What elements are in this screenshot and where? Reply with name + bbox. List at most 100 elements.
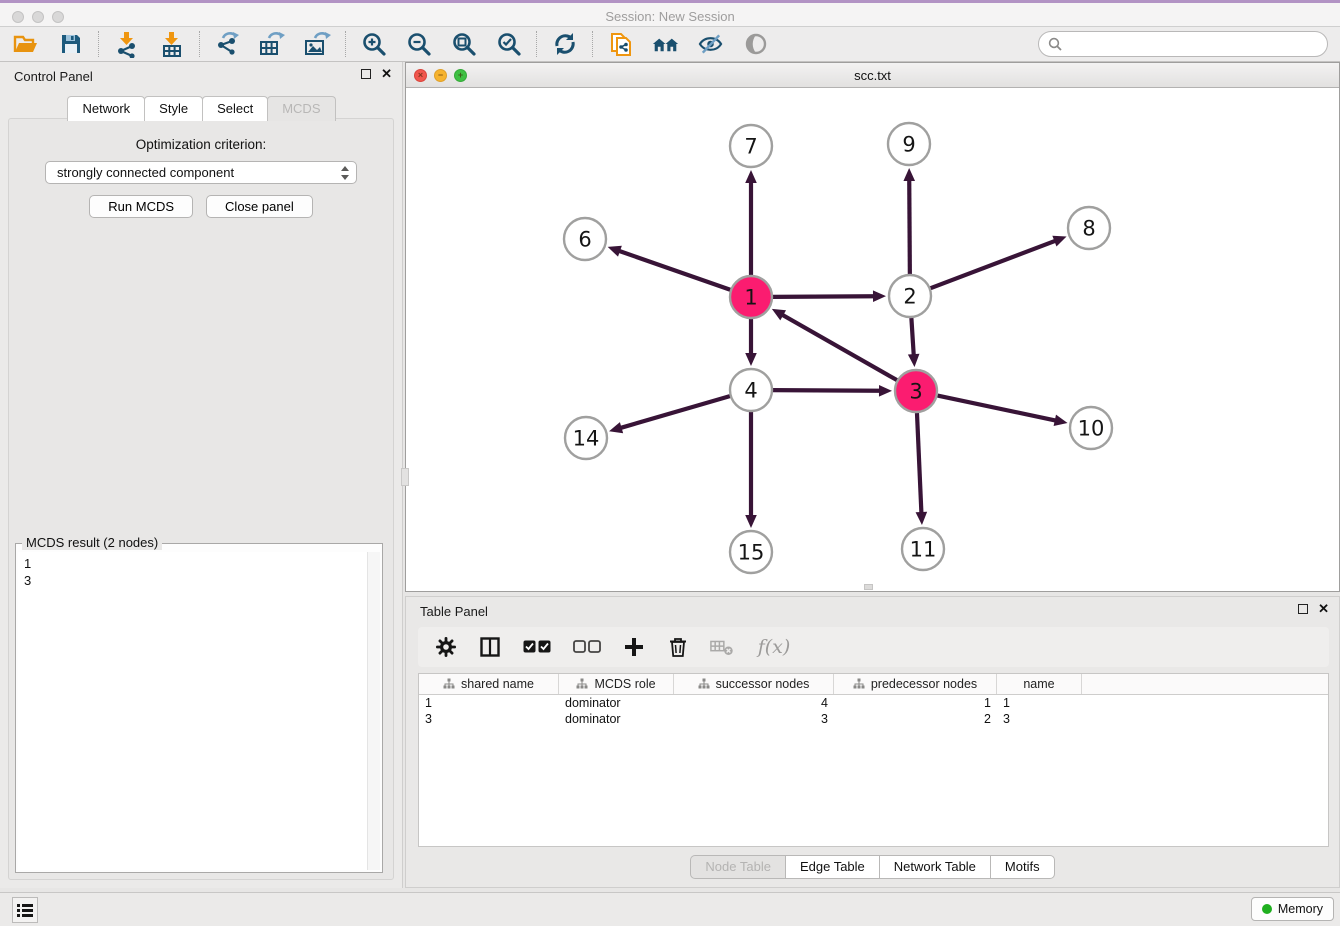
- graph-node-label: 15: [738, 541, 765, 565]
- run-mcds-button[interactable]: Run MCDS: [89, 195, 193, 218]
- mcds-result-legend: MCDS result (2 nodes): [22, 535, 162, 550]
- column-header-predecessor-nodes[interactable]: predecessor nodes: [834, 674, 997, 694]
- graph-node-label: 3: [909, 380, 922, 404]
- tab-network-table[interactable]: Network Table: [879, 855, 990, 879]
- search-field[interactable]: [1038, 31, 1328, 57]
- main-toolbar: [0, 27, 1340, 62]
- clone-network-icon[interactable]: [607, 31, 634, 58]
- zoom-out-icon[interactable]: [405, 31, 432, 58]
- show-eye-icon[interactable]: [742, 31, 769, 58]
- graph-edge-3-1[interactable]: [782, 315, 897, 380]
- export-table-icon[interactable]: [259, 31, 286, 58]
- graph-edge-2-8[interactable]: [931, 241, 1056, 288]
- tab-mcds[interactable]: MCDS: [267, 96, 335, 121]
- task-history-button[interactable]: [12, 897, 38, 923]
- table-cell: 1: [834, 695, 997, 711]
- column-pane-icon[interactable]: [478, 635, 502, 659]
- float-panel-icon[interactable]: [361, 69, 371, 79]
- import-table-icon[interactable]: [158, 31, 185, 58]
- graph-edge-arrowhead: [608, 246, 622, 257]
- graph-edge-1-6[interactable]: [619, 251, 730, 290]
- result-line: 1: [24, 555, 380, 572]
- column-header-shared-name[interactable]: shared name: [419, 674, 559, 694]
- network-canvas[interactable]: 7968124314101511: [406, 88, 1339, 591]
- tab-edge-table[interactable]: Edge Table: [785, 855, 879, 879]
- select-all-icon[interactable]: [522, 635, 552, 659]
- graph-edge-4-3[interactable]: [773, 390, 880, 391]
- result-scrollbar[interactable]: [367, 552, 380, 870]
- graph-node-label: 10: [1078, 417, 1105, 441]
- zoom-selected-icon[interactable]: [495, 31, 522, 58]
- graph-node-label: 9: [902, 133, 915, 157]
- zoom-fit-icon[interactable]: [450, 31, 477, 58]
- close-panel-icon[interactable]: ✕: [381, 69, 392, 79]
- search-input[interactable]: [1068, 37, 1308, 52]
- close-panel-button[interactable]: Close panel: [206, 195, 313, 218]
- graph-edge-4-14[interactable]: [621, 396, 730, 428]
- column-header-successor-nodes[interactable]: successor nodes: [674, 674, 834, 694]
- mcds-result-list[interactable]: 13: [18, 552, 380, 870]
- memory-status-icon: [1262, 904, 1272, 914]
- import-network-icon[interactable]: [113, 31, 140, 58]
- table-cell: dominator: [559, 711, 674, 727]
- table-cell: 4: [674, 695, 834, 711]
- save-session-icon[interactable]: [57, 31, 84, 58]
- hide-panel-eye-icon[interactable]: [697, 31, 724, 58]
- graph-edge-arrowhead: [879, 385, 892, 397]
- function-builder-icon[interactable]: f(x): [754, 635, 794, 659]
- mcds-result-group: MCDS result (2 nodes) 13: [15, 543, 383, 873]
- graph-edge-arrowhead: [916, 512, 928, 525]
- graph-edge-3-11[interactable]: [917, 413, 921, 513]
- graph-edge-arrowhead: [908, 354, 920, 367]
- tab-motifs[interactable]: Motifs: [990, 855, 1055, 879]
- graph-edge-2-9[interactable]: [909, 180, 910, 274]
- pane-divider-grip[interactable]: [401, 468, 409, 486]
- column-header-name[interactable]: name: [997, 674, 1082, 694]
- criterion-select[interactable]: strongly connected component: [45, 161, 357, 184]
- tab-network[interactable]: Network: [67, 96, 145, 121]
- float-table-panel-icon[interactable]: [1298, 604, 1308, 614]
- graph-edge-2-3[interactable]: [911, 318, 913, 355]
- graph-edge-arrowhead: [1054, 415, 1068, 426]
- tab-select[interactable]: Select: [202, 96, 268, 121]
- graph-edge-arrowhead: [745, 170, 757, 183]
- result-line: 3: [24, 572, 380, 589]
- column-header-MCDS-role[interactable]: MCDS role: [559, 674, 674, 694]
- table-row[interactable]: 1dominator411: [419, 695, 1328, 711]
- add-column-icon[interactable]: [622, 635, 646, 659]
- hierarchy-icon: [576, 678, 588, 690]
- export-network-icon[interactable]: [214, 31, 241, 58]
- tab-style[interactable]: Style: [144, 96, 203, 121]
- graph-edge-arrowhead: [1052, 236, 1066, 247]
- graph-edge-3-10[interactable]: [938, 396, 1056, 421]
- refresh-icon[interactable]: [551, 31, 578, 58]
- open-file-icon[interactable]: [12, 31, 39, 58]
- delete-column-trash-icon[interactable]: [666, 635, 690, 659]
- table-panel: Table Panel ✕ f(x) shared: [405, 596, 1340, 888]
- tab-node-table[interactable]: Node Table: [690, 855, 785, 879]
- network-view-window: × − + scc.txt 7968124314101511: [405, 62, 1340, 592]
- graph-edge-arrowhead: [745, 353, 757, 366]
- home-layout-icon[interactable]: [652, 31, 679, 58]
- graph-edge-1-2[interactable]: [773, 296, 874, 297]
- table-row[interactable]: 3dominator323: [419, 711, 1328, 727]
- close-table-panel-icon[interactable]: ✕: [1318, 604, 1329, 614]
- graph-node-label: 1: [744, 286, 757, 310]
- graph-node-label: 6: [578, 228, 591, 252]
- export-image-icon[interactable]: [304, 31, 331, 58]
- table-settings-gear-icon[interactable]: [434, 635, 458, 659]
- graph-edge-arrowhead: [903, 168, 915, 181]
- zoom-in-icon[interactable]: [360, 31, 387, 58]
- window-resize-grip[interactable]: [864, 584, 873, 590]
- table-panel-title: Table Panel: [420, 604, 488, 619]
- node-table[interactable]: shared nameMCDS rolesuccessor nodesprede…: [418, 673, 1329, 847]
- hierarchy-icon: [443, 678, 455, 690]
- memory-button[interactable]: Memory: [1251, 897, 1334, 921]
- table-cell: 3: [419, 711, 559, 727]
- deselect-all-icon[interactable]: [572, 635, 602, 659]
- network-window-titlebar[interactable]: × − + scc.txt: [406, 63, 1339, 88]
- delete-table-icon[interactable]: [710, 635, 734, 659]
- table-cell: 3: [674, 711, 834, 727]
- hierarchy-icon: [853, 678, 865, 690]
- table-body: 1dominator4113dominator323: [419, 695, 1328, 727]
